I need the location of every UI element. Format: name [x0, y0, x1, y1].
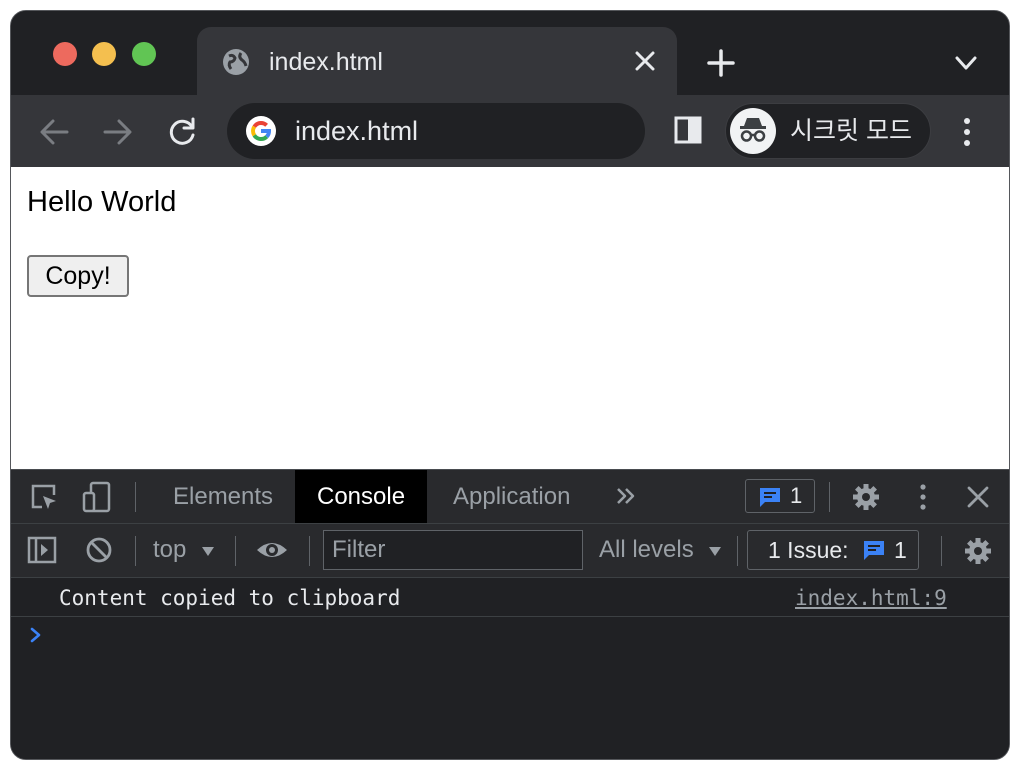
url-text: index.html	[295, 116, 419, 146]
more-vert-icon[interactable]	[913, 482, 933, 512]
sidebar-toggle-icon[interactable]	[27, 536, 57, 564]
issues-label: 1 Issue:	[768, 537, 849, 563]
chevron-down-icon	[709, 546, 722, 556]
log-levels-dropdown[interactable]: All levels	[599, 536, 722, 564]
more-vert-icon[interactable]	[955, 115, 979, 149]
back-arrow-icon[interactable]	[37, 115, 71, 149]
incognito-label: 시크릿 모드	[790, 117, 912, 145]
devtools-panel: Elements Console Application 1 top Filte…	[11, 469, 1009, 759]
google-logo	[246, 116, 276, 146]
divider	[135, 482, 136, 512]
tab-elements[interactable]: Elements	[151, 470, 295, 523]
page-viewport: Hello World Copy!	[11, 167, 1009, 469]
browser-tab[interactable]: index.html	[197, 27, 677, 97]
eye-icon[interactable]	[255, 538, 289, 562]
reload-icon[interactable]	[165, 115, 199, 149]
browser-toolbar: index.html 시크릿 모드	[11, 95, 1009, 167]
gear-icon[interactable]	[963, 536, 993, 566]
console-message-row: Content copied to clipboard index.html:9	[11, 578, 1009, 617]
copy-button[interactable]: Copy!	[27, 255, 129, 297]
divider	[135, 536, 136, 566]
tab-title: index.html	[269, 48, 383, 76]
console-toolbar: top All levels 1 Issue:	[11, 524, 1009, 578]
side-panel-icon[interactable]	[673, 115, 703, 145]
devtools-tabbar: Elements Console Application 1	[11, 470, 1009, 524]
close-window-button[interactable]	[53, 42, 77, 66]
page-heading: Hello World	[27, 186, 177, 218]
tab-application[interactable]: Application	[431, 470, 592, 523]
gear-icon[interactable]	[851, 482, 881, 512]
close-icon[interactable]	[631, 47, 659, 75]
clear-icon[interactable]	[85, 536, 113, 564]
divider	[737, 536, 738, 566]
prompt-chevron-icon[interactable]	[29, 626, 43, 644]
close-icon[interactable]	[965, 484, 991, 510]
forward-arrow-icon[interactable]	[101, 115, 135, 149]
device-toggle-icon[interactable]	[81, 480, 113, 514]
divider	[235, 536, 236, 566]
more-tabs-icon[interactable]	[615, 486, 637, 506]
avatar	[730, 108, 776, 154]
levels-label: All levels	[599, 536, 694, 563]
incognito-profile-button[interactable]: 시크릿 모드	[725, 103, 931, 159]
messages-count: 1	[790, 483, 803, 508]
context-label: top	[153, 536, 187, 563]
divider	[829, 482, 830, 512]
address-bar[interactable]: index.html	[227, 103, 645, 159]
zoom-window-button[interactable]	[132, 42, 156, 66]
filter-input[interactable]	[323, 530, 583, 570]
context-selector[interactable]: top	[153, 536, 215, 564]
issues-button[interactable]: 1 Issue: 1	[747, 530, 919, 570]
inspect-icon[interactable]	[29, 482, 59, 512]
console-message: Content copied to clipboard	[59, 586, 401, 610]
tab-console[interactable]: Console	[295, 470, 428, 523]
minimize-window-button[interactable]	[92, 42, 116, 66]
globe-icon	[223, 49, 249, 75]
divider	[941, 536, 942, 566]
chevron-down-icon	[202, 546, 215, 556]
issues-count: 1	[894, 537, 907, 563]
tab-strip: index.html	[11, 11, 1009, 97]
source-link[interactable]: index.html:9	[795, 585, 947, 611]
plus-icon[interactable]	[705, 47, 737, 79]
browser-window: index.html index.html 시크릿 모드 Hello World…	[10, 10, 1010, 760]
message-icon	[864, 541, 884, 560]
messages-badge[interactable]: 1	[745, 479, 815, 513]
incognito-icon	[740, 118, 766, 142]
message-icon	[760, 488, 780, 507]
chevron-down-icon[interactable]	[951, 51, 981, 75]
divider	[309, 536, 310, 566]
